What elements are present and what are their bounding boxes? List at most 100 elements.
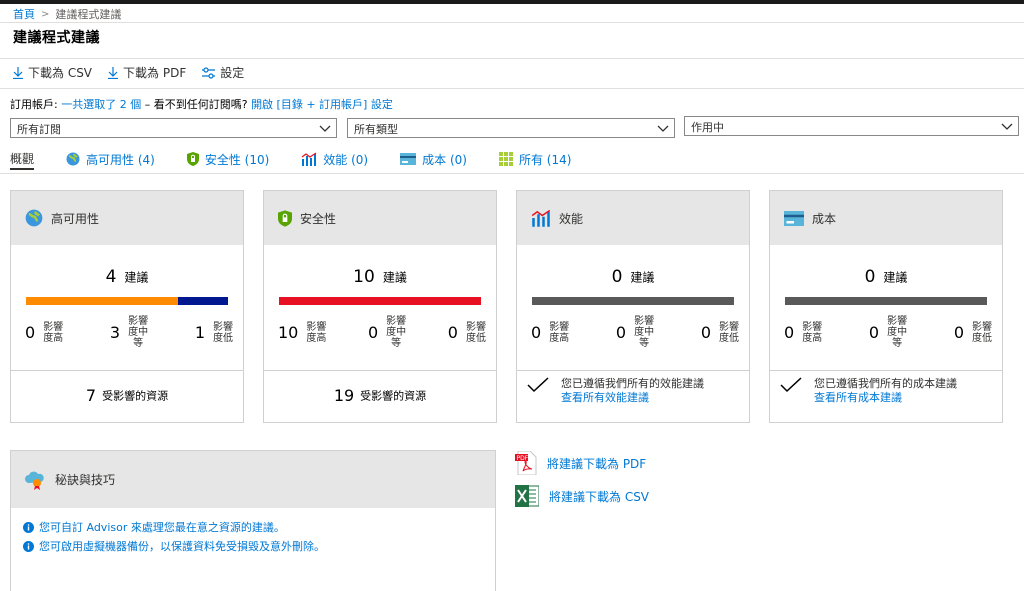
tab-high-availability[interactable]: 高可用性 (4) xyxy=(66,148,155,170)
tab-overview[interactable]: 概觀 xyxy=(10,148,35,170)
recommendation-count-label: 建議 xyxy=(630,270,655,285)
type-filter-value: 所有類型 xyxy=(354,123,398,136)
subscription-selected-link[interactable]: 一共選取了 2 個 xyxy=(61,98,141,111)
high-availability-card[interactable]: 高可用性 4 建議 0 影響度高 3 影響度中等 1 影響度低 7 受影響的資源 xyxy=(10,190,244,423)
view-all-cost-link[interactable]: 查看所有成本建議 xyxy=(814,391,957,405)
impact-high-count: 0 xyxy=(25,323,36,342)
impact-medium-count: 0 xyxy=(615,323,627,342)
recommendation-count-value: 4 xyxy=(105,267,117,287)
affected-resources-label: 受影響的資源 xyxy=(360,389,427,403)
impact-low-count: 0 xyxy=(447,323,458,342)
breadcrumb: 首頁 > 建議程式建議 xyxy=(13,6,121,22)
download-csv-button[interactable]: 下載為 CSV xyxy=(13,64,92,81)
download-csv-label: 下載為 CSV xyxy=(28,66,93,80)
download-pdf-button[interactable]: 下載為 PDF xyxy=(108,64,186,81)
tip-item[interactable]: 您可自訂 Advisor 來處理您最在意之資源的建議。 xyxy=(23,519,285,535)
impact-breakdown: 0 影響度高 3 影響度中等 1 影響度低 xyxy=(25,316,235,349)
divider xyxy=(0,88,1024,89)
impact-low-label: 影響度低 xyxy=(972,321,992,344)
tab-overview-label: 概觀 xyxy=(10,151,35,166)
card-header: 安全性 xyxy=(264,191,496,245)
view-all-performance-link[interactable]: 查看所有效能建議 xyxy=(561,391,704,405)
type-filter-dropdown[interactable]: 所有類型 xyxy=(347,118,675,138)
status-filter-dropdown[interactable]: 作用中 xyxy=(684,116,1019,136)
recommendation-count: 0 建議 xyxy=(517,267,749,287)
tab-performance-label: 效能 (0) xyxy=(323,152,369,167)
performance-card[interactable]: 效能 0 建議 0 影響度高 0 影響度中等 0 影響度低 您已遵循我們所有的效能建議 … xyxy=(516,190,750,423)
affected-resources: 19 受影響的資源 xyxy=(264,386,496,405)
breadcrumb-home[interactable]: 首頁 xyxy=(13,6,35,22)
impact-high-count: 0 xyxy=(531,323,542,342)
download-icon xyxy=(108,66,119,79)
impact-high-label: 影響度高 xyxy=(802,321,823,344)
chevron-down-icon xyxy=(319,125,331,132)
chevron-down-icon xyxy=(1001,123,1013,130)
impact-bar-segment xyxy=(279,297,481,305)
tip-text: 您可自訂 Advisor 來處理您最在意之資源的建議。 xyxy=(39,521,285,534)
divider xyxy=(517,370,749,371)
impact-medium-label: 影響度中等 xyxy=(887,316,908,349)
impact-bar-segment xyxy=(532,297,734,305)
cost-card-icon xyxy=(784,210,804,226)
impact-high-label: 影響度高 xyxy=(43,321,64,344)
checkmark-icon xyxy=(780,377,802,393)
impact-medium-count: 0 xyxy=(367,323,379,342)
open-directory-settings-link[interactable]: 開啟 [目錄 + 訂用帳戶] 設定 xyxy=(251,98,393,111)
recommendation-count-label: 建議 xyxy=(382,270,407,285)
tip-item[interactable]: 您可啟用虛擬機器備份，以保護資料免受損毀及意外刪除。 xyxy=(23,538,325,554)
card-header: 高可用性 xyxy=(11,191,243,245)
performance-chart-icon xyxy=(531,209,551,227)
impact-low: 0 影響度低 xyxy=(954,316,994,349)
download-pdf-link[interactable]: PDF 將建議下載為 PDF xyxy=(515,451,646,475)
recommendation-count: 4 建議 xyxy=(11,267,243,287)
affected-resources-label: 受影響的資源 xyxy=(102,389,169,403)
recommendation-count: 0 建議 xyxy=(770,267,1002,287)
tips-panel: 秘訣與技巧 您可自訂 Advisor 來處理您最在意之資源的建議。 您可啟用虛擬… xyxy=(10,450,496,591)
card-header: 效能 xyxy=(517,191,749,245)
impact-low-label: 影響度低 xyxy=(213,321,233,344)
tab-cost[interactable]: 成本 (0) xyxy=(400,148,467,170)
tips-title: 秘訣與技巧 xyxy=(55,473,116,487)
subscription-label: 訂用帳戶: xyxy=(10,98,58,111)
settings-label: 設定 xyxy=(220,66,245,80)
impact-low: 0 影響度低 xyxy=(701,316,741,349)
divider xyxy=(264,370,496,371)
impact-low-count: 0 xyxy=(700,323,711,342)
impact-bar xyxy=(26,297,228,305)
tab-security[interactable]: 安全性 (10) xyxy=(186,148,269,170)
recommendation-count: 10 建議 xyxy=(264,267,496,287)
impact-medium: 3 影響度中等 xyxy=(110,316,150,349)
impact-low-label: 影響度低 xyxy=(465,321,486,344)
chevron-right-icon: > xyxy=(41,8,50,20)
divider xyxy=(0,22,1024,23)
download-csv-link-label: 將建議下載為 CSV xyxy=(549,489,650,504)
tab-all[interactable]: 所有 (14) xyxy=(498,148,572,170)
info-icon xyxy=(23,540,34,552)
impact-bar-segment xyxy=(26,297,178,305)
subscription-filter-dropdown[interactable]: 所有訂閱 xyxy=(10,118,337,138)
impact-high: 0 影響度高 xyxy=(25,316,65,349)
divider xyxy=(770,370,1002,371)
settings-button[interactable]: 設定 xyxy=(202,64,244,81)
tab-all-label: 所有 (14) xyxy=(518,152,572,167)
grid-icon xyxy=(498,152,513,166)
impact-bar xyxy=(279,297,481,305)
impact-high-count: 10 xyxy=(278,323,299,342)
info-icon xyxy=(23,521,34,533)
recommendation-count-value: 0 xyxy=(611,267,623,287)
all-followed-note: 您已遵循我們所有的成本建議 查看所有成本建議 xyxy=(780,377,957,405)
tab-performance[interactable]: 效能 (0) xyxy=(301,148,368,170)
page-title: 建議程式建議 xyxy=(13,30,100,46)
card-header: 成本 xyxy=(770,191,1002,245)
download-csv-link[interactable]: 將建議下載為 CSV xyxy=(515,484,649,508)
security-card[interactable]: 安全性 10 建議 10 影響度高 0 影響度中等 0 影響度低 19 受影響的資源 xyxy=(263,190,497,423)
impact-medium: 0 影響度中等 xyxy=(616,316,656,349)
impact-breakdown: 0 影響度高 0 影響度中等 0 影響度低 xyxy=(784,316,994,349)
impact-low-count: 1 xyxy=(194,323,205,342)
all-followed-text: 您已遵循我們所有的成本建議 xyxy=(814,377,957,390)
cost-card[interactable]: 成本 0 建議 0 影響度高 0 影響度中等 0 影響度低 您已遵循我們所有的成本建議 … xyxy=(769,190,1003,423)
checkmark-icon xyxy=(527,377,549,393)
impact-low: 1 影響度低 xyxy=(195,316,235,349)
recommendation-count-value: 10 xyxy=(353,267,375,287)
affected-resources-count: 7 xyxy=(85,386,97,405)
